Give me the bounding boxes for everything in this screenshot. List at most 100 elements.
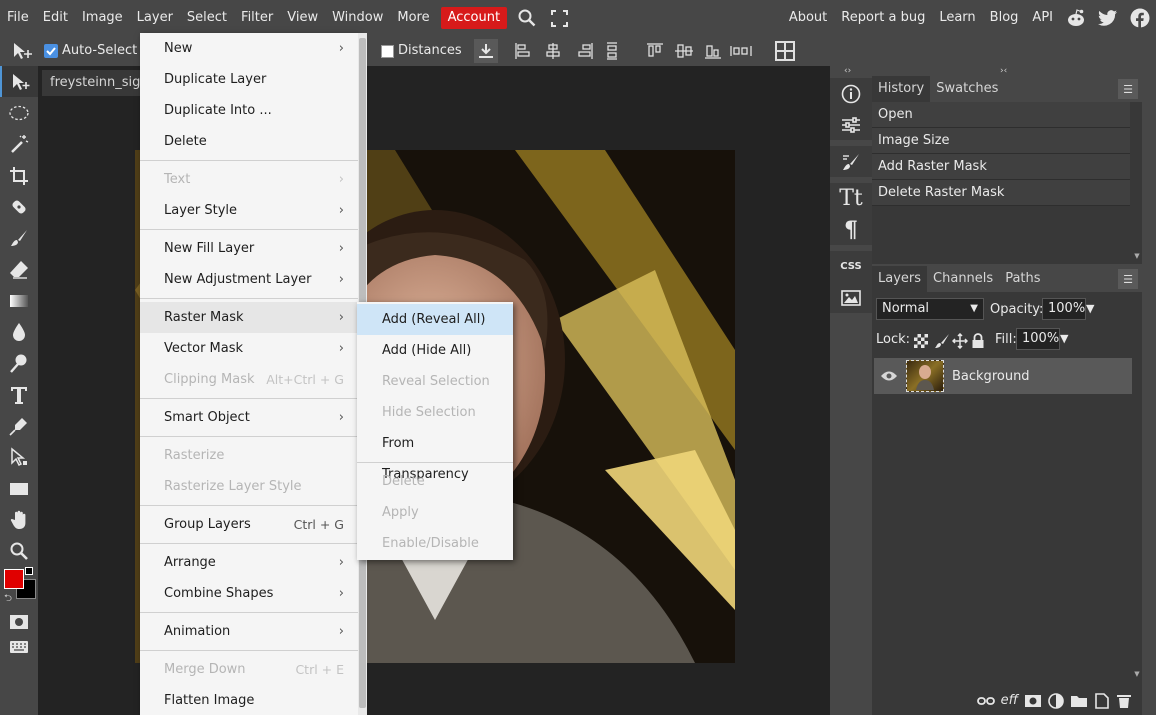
shape-tool[interactable] — [0, 473, 38, 504]
history-entry[interactable]: Open — [872, 102, 1130, 128]
add-mask-icon[interactable] — [1024, 694, 1042, 708]
menu-item-duplicate-into[interactable]: Duplicate Into ... — [140, 95, 358, 126]
distribute-v-icon[interactable] — [730, 42, 752, 60]
menu-item-vector-mask[interactable]: Vector Mask › — [140, 333, 358, 364]
grid-icon[interactable] — [774, 40, 796, 62]
menu-item-layer-style[interactable]: Layer Style › — [140, 195, 358, 226]
new-group-icon[interactable] — [1070, 694, 1088, 708]
history-panel-menu-icon[interactable]: ☰ — [1118, 79, 1138, 99]
distribute-h-icon[interactable] — [604, 42, 620, 60]
layers-panel-menu-icon[interactable]: ☰ — [1118, 269, 1138, 289]
download-icon[interactable] — [474, 39, 498, 63]
menu-more[interactable]: More — [390, 0, 436, 36]
lock-transparency-icon[interactable] — [914, 334, 928, 348]
character-icon[interactable]: Tt — [830, 183, 872, 214]
align-left-icon[interactable] — [514, 42, 532, 60]
marquee-tool[interactable] — [0, 97, 38, 128]
foreground-color-swatch[interactable] — [4, 568, 24, 589]
quick-mask-tool[interactable] — [0, 607, 38, 637]
align-top-icon[interactable] — [646, 42, 664, 60]
menu-item-arrange[interactable]: Arrange › — [140, 547, 358, 578]
menu-layer[interactable]: Layer — [130, 0, 180, 36]
history-entry[interactable]: Image Size — [872, 128, 1130, 154]
pen-tool[interactable] — [0, 410, 38, 441]
brush-settings-icon[interactable] — [830, 146, 872, 177]
menu-item-delete[interactable]: Delete — [140, 126, 358, 157]
opacity-input[interactable]: 100% — [1042, 298, 1086, 320]
blur-tool[interactable] — [0, 316, 38, 347]
swap-colors-icon[interactable]: ⮌ — [4, 591, 12, 608]
eraser-tool[interactable] — [0, 254, 38, 285]
magic-wand-tool[interactable] — [0, 129, 38, 160]
layers-scrollbar[interactable]: ▼ — [1132, 358, 1142, 686]
menu-filter[interactable]: Filter — [234, 0, 280, 36]
menu-select[interactable]: Select — [180, 0, 234, 36]
tab-swatches[interactable]: Swatches — [930, 76, 1004, 102]
image-icon[interactable] — [830, 282, 872, 313]
menu-item-combine-shapes[interactable]: Combine Shapes › — [140, 578, 358, 609]
link-layers-icon[interactable] — [976, 696, 995, 706]
reddit-icon[interactable] — [1065, 7, 1087, 29]
layer-effects-icon[interactable]: eff — [1001, 693, 1018, 708]
tab-history[interactable]: History — [872, 76, 931, 102]
direct-select-tool[interactable] — [0, 442, 38, 473]
history-entry[interactable]: Add Raster Mask — [872, 154, 1130, 180]
blend-mode-select[interactable]: Normal ▼ — [876, 298, 984, 320]
tab-layers[interactable]: Layers — [872, 266, 928, 292]
facebook-icon[interactable] — [1129, 7, 1151, 29]
healing-brush-tool[interactable] — [0, 191, 38, 222]
history-entry[interactable]: Delete Raster Mask — [872, 180, 1130, 206]
menu-image[interactable]: Image — [75, 0, 130, 36]
expand-icon[interactable]: ‹› — [844, 66, 851, 76]
link-about[interactable]: About — [782, 0, 834, 36]
delete-layer-icon[interactable] — [1116, 693, 1132, 709]
auto-select-checkbox[interactable] — [44, 44, 58, 58]
dodge-tool[interactable] — [0, 348, 38, 379]
move-tool[interactable] — [0, 66, 38, 98]
zoom-tool[interactable] — [0, 535, 38, 566]
submenu-item-add-hide-all[interactable]: Add (Hide All) — [357, 335, 513, 366]
menu-file[interactable]: File — [0, 0, 36, 36]
crop-tool[interactable] — [0, 160, 38, 191]
menu-item-smart-object[interactable]: Smart Object › — [140, 402, 358, 433]
tab-channels[interactable]: Channels — [927, 266, 999, 292]
new-layer-icon[interactable] — [1094, 692, 1110, 709]
menu-view[interactable]: View — [280, 0, 325, 36]
link-report-bug[interactable]: Report a bug — [834, 0, 932, 36]
link-api[interactable]: API — [1025, 0, 1060, 36]
css-icon[interactable]: CSS — [830, 251, 872, 282]
eye-icon[interactable] — [880, 370, 898, 382]
color-swatches[interactable]: ⮌ — [0, 566, 38, 608]
hand-tool[interactable] — [0, 504, 38, 535]
link-learn[interactable]: Learn — [932, 0, 982, 36]
opacity-dropdown-icon[interactable]: ▼ — [1086, 302, 1094, 315]
fill-dropdown-icon[interactable]: ▼ — [1060, 332, 1068, 345]
align-center-h-icon[interactable] — [544, 42, 562, 60]
lock-position-icon[interactable] — [952, 333, 968, 349]
menu-window[interactable]: Window — [325, 0, 390, 36]
lock-pixels-icon[interactable] — [934, 333, 950, 349]
collapse-icon[interactable]: ›‹ — [1000, 66, 1007, 76]
tab-paths[interactable]: Paths — [999, 266, 1046, 292]
distances-checkbox[interactable] — [381, 45, 394, 58]
align-bottom-icon[interactable] — [704, 42, 722, 60]
paragraph-icon[interactable]: ¶ — [830, 214, 872, 245]
link-blog[interactable]: Blog — [983, 0, 1026, 36]
history-scrollbar[interactable]: ▼ — [1132, 102, 1142, 264]
info-icon[interactable] — [830, 78, 872, 109]
menu-edit[interactable]: Edit — [36, 0, 75, 36]
align-right-icon[interactable] — [576, 42, 594, 60]
twitter-icon[interactable] — [1097, 7, 1119, 29]
adjustments-icon[interactable] — [830, 109, 872, 140]
type-tool[interactable] — [0, 379, 38, 410]
default-colors-icon[interactable] — [25, 566, 33, 575]
submenu-item-add-reveal-all[interactable]: Add (Reveal All) — [357, 304, 513, 335]
keyboard-icon[interactable] — [0, 637, 38, 657]
gradient-tool[interactable] — [0, 285, 38, 316]
align-middle-v-icon[interactable] — [674, 42, 694, 60]
submenu-item-from-transparency[interactable]: From Transparency — [357, 428, 513, 482]
adjustment-layer-icon[interactable] — [1048, 692, 1064, 709]
menu-item-duplicate-layer[interactable]: Duplicate Layer — [140, 64, 358, 95]
fullscreen-icon[interactable] — [548, 7, 570, 29]
menu-item-new[interactable]: New › — [140, 33, 358, 64]
